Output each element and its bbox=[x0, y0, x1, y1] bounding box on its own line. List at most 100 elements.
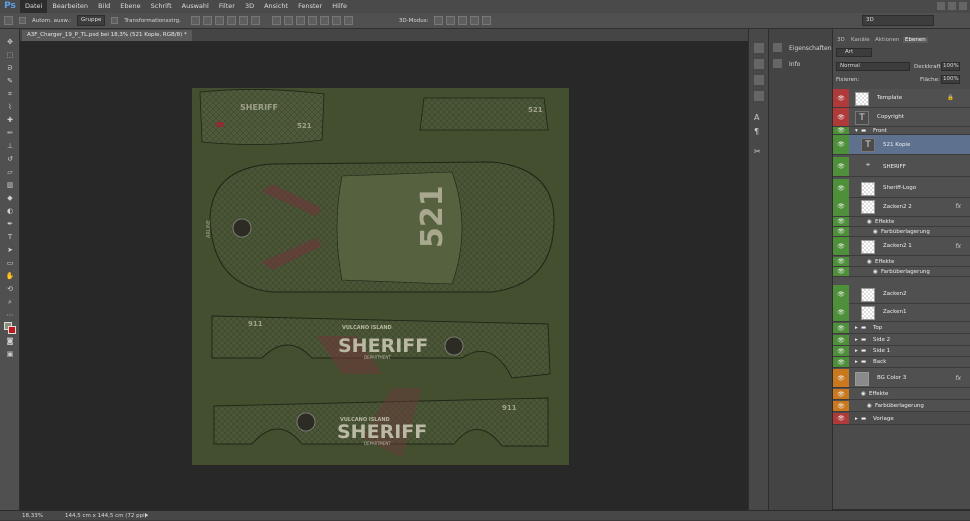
swatches-panel-icon[interactable] bbox=[754, 75, 764, 85]
visibility-eye-icon[interactable]: 👁 bbox=[833, 369, 849, 387]
menu-help[interactable]: Hilfe bbox=[327, 0, 352, 13]
visibility-eye-icon[interactable]: 👁 bbox=[833, 135, 849, 154]
properties-panel-button[interactable]: Eigenschaften bbox=[789, 45, 832, 52]
layer-row[interactable]: 👁 ▾ ▬ Front bbox=[833, 127, 970, 135]
menu-select[interactable]: Auswahl bbox=[177, 0, 214, 13]
layer-row[interactable]: 👁 BG Color 3 fx bbox=[833, 369, 970, 388]
marquee-tool-icon[interactable]: ⬚ bbox=[5, 51, 15, 59]
layer-row[interactable]: 👁 Template 🔒 bbox=[833, 89, 970, 108]
more-tools-icon[interactable]: ⋯ bbox=[5, 311, 15, 319]
layer-row[interactable]: 👁 ◉ Effekte bbox=[833, 257, 970, 267]
rotate-3d-icon[interactable] bbox=[434, 16, 444, 25]
layer-row[interactable]: 👁 ▸ ▬ Back bbox=[833, 357, 970, 368]
align-middle-icon[interactable] bbox=[202, 16, 212, 25]
visibility-eye-icon[interactable]: 👁 bbox=[833, 389, 849, 399]
layer-row[interactable]: 👁 Zacken2 2 fx bbox=[833, 197, 970, 217]
fx-badge-icon[interactable]: fx bbox=[955, 203, 961, 210]
visibility-eye-icon[interactable]: 👁 bbox=[833, 108, 849, 126]
menu-filter[interactable]: Filter bbox=[214, 0, 240, 13]
close-button[interactable] bbox=[959, 2, 967, 10]
effects-eye-icon[interactable]: ◉ bbox=[861, 391, 866, 397]
maximize-button[interactable] bbox=[948, 2, 956, 10]
history-panel-icon[interactable] bbox=[754, 43, 764, 53]
gradient-tool-icon[interactable]: ▥ bbox=[5, 181, 15, 189]
minimize-button[interactable] bbox=[937, 2, 945, 10]
fx-badge-icon[interactable]: fx bbox=[955, 243, 961, 250]
group-expand-icon[interactable]: ▸ bbox=[855, 359, 858, 365]
opacity-input[interactable]: 100% bbox=[941, 62, 960, 71]
visibility-eye-icon[interactable]: 👁 bbox=[833, 401, 849, 411]
visibility-eye-icon[interactable]: 👁 bbox=[833, 285, 849, 303]
document-canvas[interactable]: SHERIFF 521 521 521 ARLINE 911 VULCANO I… bbox=[192, 88, 569, 465]
menu-edit[interactable]: Bearbeiten bbox=[47, 0, 93, 13]
distribute-middle-icon[interactable] bbox=[283, 16, 293, 25]
layer-row[interactable]: 👁 Zacken2 1 fx bbox=[833, 237, 970, 256]
eraser-tool-icon[interactable]: ▱ bbox=[5, 168, 15, 176]
group-expand-icon[interactable]: ▾ bbox=[855, 128, 858, 134]
effect-eye-icon[interactable]: ◉ bbox=[867, 403, 872, 409]
layer-row[interactable]: 👁 ◉ Effekte bbox=[833, 389, 970, 400]
effect-eye-icon[interactable]: ◉ bbox=[873, 269, 878, 275]
scale-3d-icon[interactable] bbox=[482, 16, 492, 25]
align-center-icon[interactable] bbox=[238, 16, 248, 25]
move-tool-icon[interactable]: ✥ bbox=[5, 38, 15, 46]
color-panel-icon[interactable] bbox=[754, 59, 764, 69]
eyedropper-tool-icon[interactable]: ⌇ bbox=[5, 103, 15, 111]
visibility-eye-icon[interactable]: 👁 bbox=[833, 179, 849, 197]
document-tab[interactable]: A3F_Charger_19_P_TL.psd bei 18,3% (521 K… bbox=[22, 30, 192, 41]
group-expand-icon[interactable]: ▸ bbox=[855, 348, 858, 354]
quick-select-tool-icon[interactable]: ✎ bbox=[5, 77, 15, 85]
group-expand-icon[interactable]: ▸ bbox=[855, 325, 858, 331]
group-select[interactable]: Gruppe bbox=[76, 15, 106, 26]
effects-eye-icon[interactable]: ◉ bbox=[867, 259, 872, 265]
effect-eye-icon[interactable]: ◉ bbox=[873, 229, 878, 235]
visibility-eye-icon[interactable]: 👁 bbox=[833, 335, 849, 345]
brush-tool-icon[interactable]: ✏ bbox=[5, 129, 15, 137]
tab-actions[interactable]: Aktionen bbox=[875, 37, 899, 43]
tab-layers[interactable]: Ebenen bbox=[903, 37, 928, 43]
crop-tool-icon[interactable]: ⌗ bbox=[5, 90, 15, 98]
align-right-icon[interactable] bbox=[250, 16, 260, 25]
visibility-eye-icon[interactable]: 👁 bbox=[833, 303, 849, 321]
quick-mask-icon[interactable]: ◙ bbox=[5, 337, 15, 345]
menu-image[interactable]: Bild bbox=[93, 0, 115, 13]
stamp-tool-icon[interactable]: ⊥ bbox=[5, 142, 15, 150]
history-brush-icon[interactable]: ↺ bbox=[5, 155, 15, 163]
zoom-tool-icon[interactable]: ⌕ bbox=[5, 298, 15, 306]
distribute-center-icon[interactable] bbox=[319, 16, 329, 25]
menu-view[interactable]: Ansicht bbox=[259, 0, 293, 13]
distribute-top-icon[interactable] bbox=[271, 16, 281, 25]
healing-tool-icon[interactable]: ✚ bbox=[5, 116, 15, 124]
blur-tool-icon[interactable]: ◆ bbox=[5, 194, 15, 202]
tools-preset-icon[interactable]: ✂ bbox=[754, 147, 764, 157]
group-expand-icon[interactable]: ▸ bbox=[855, 337, 858, 343]
align-top-icon[interactable] bbox=[190, 16, 200, 25]
character-panel-icon[interactable]: A bbox=[754, 113, 764, 123]
visibility-eye-icon[interactable]: 👁 bbox=[833, 157, 849, 176]
visibility-eye-icon[interactable]: 👁 bbox=[833, 197, 849, 216]
layer-row[interactable]: 👁 ▸ ▬ Side 2 bbox=[833, 335, 970, 346]
visibility-eye-icon[interactable]: 👁 bbox=[833, 237, 849, 255]
filter-kind-select[interactable]: Art bbox=[836, 48, 872, 57]
background-color-swatch[interactable] bbox=[8, 326, 16, 334]
layer-row[interactable]: 👁 T 521 Kopie bbox=[833, 135, 970, 155]
tab-channels[interactable]: Kanäle bbox=[851, 37, 870, 43]
hand-tool-icon[interactable]: ✋ bbox=[5, 272, 15, 280]
visibility-eye-icon[interactable]: 👁 bbox=[833, 323, 849, 333]
visibility-eye-icon[interactable]: 👁 bbox=[833, 89, 849, 107]
visibility-eye-icon[interactable]: 👁 bbox=[833, 127, 849, 134]
menu-type[interactable]: Schrift bbox=[146, 0, 177, 13]
info-panel-button[interactable]: Info bbox=[789, 61, 800, 68]
tab-3d[interactable]: 3D bbox=[837, 37, 845, 43]
layer-row[interactable]: 👁 Zacken2 bbox=[833, 285, 970, 304]
visibility-eye-icon[interactable]: 👁 bbox=[833, 217, 849, 226]
move-tool-icon[interactable] bbox=[4, 16, 13, 25]
layer-row[interactable]: 👁 ⌖ SHERIFF bbox=[833, 157, 970, 177]
visibility-eye-icon[interactable]: 👁 bbox=[833, 267, 849, 276]
layer-row[interactable]: 👁 ◉ Effekte bbox=[833, 217, 970, 227]
shape-tool-icon[interactable]: ▭ bbox=[5, 259, 15, 267]
3d-rotate-icon[interactable]: ⟲ bbox=[5, 285, 15, 293]
pen-tool-icon[interactable]: ✒ bbox=[5, 220, 15, 228]
menu-window[interactable]: Fenster bbox=[293, 0, 327, 13]
dodge-tool-icon[interactable]: ◐ bbox=[5, 207, 15, 215]
